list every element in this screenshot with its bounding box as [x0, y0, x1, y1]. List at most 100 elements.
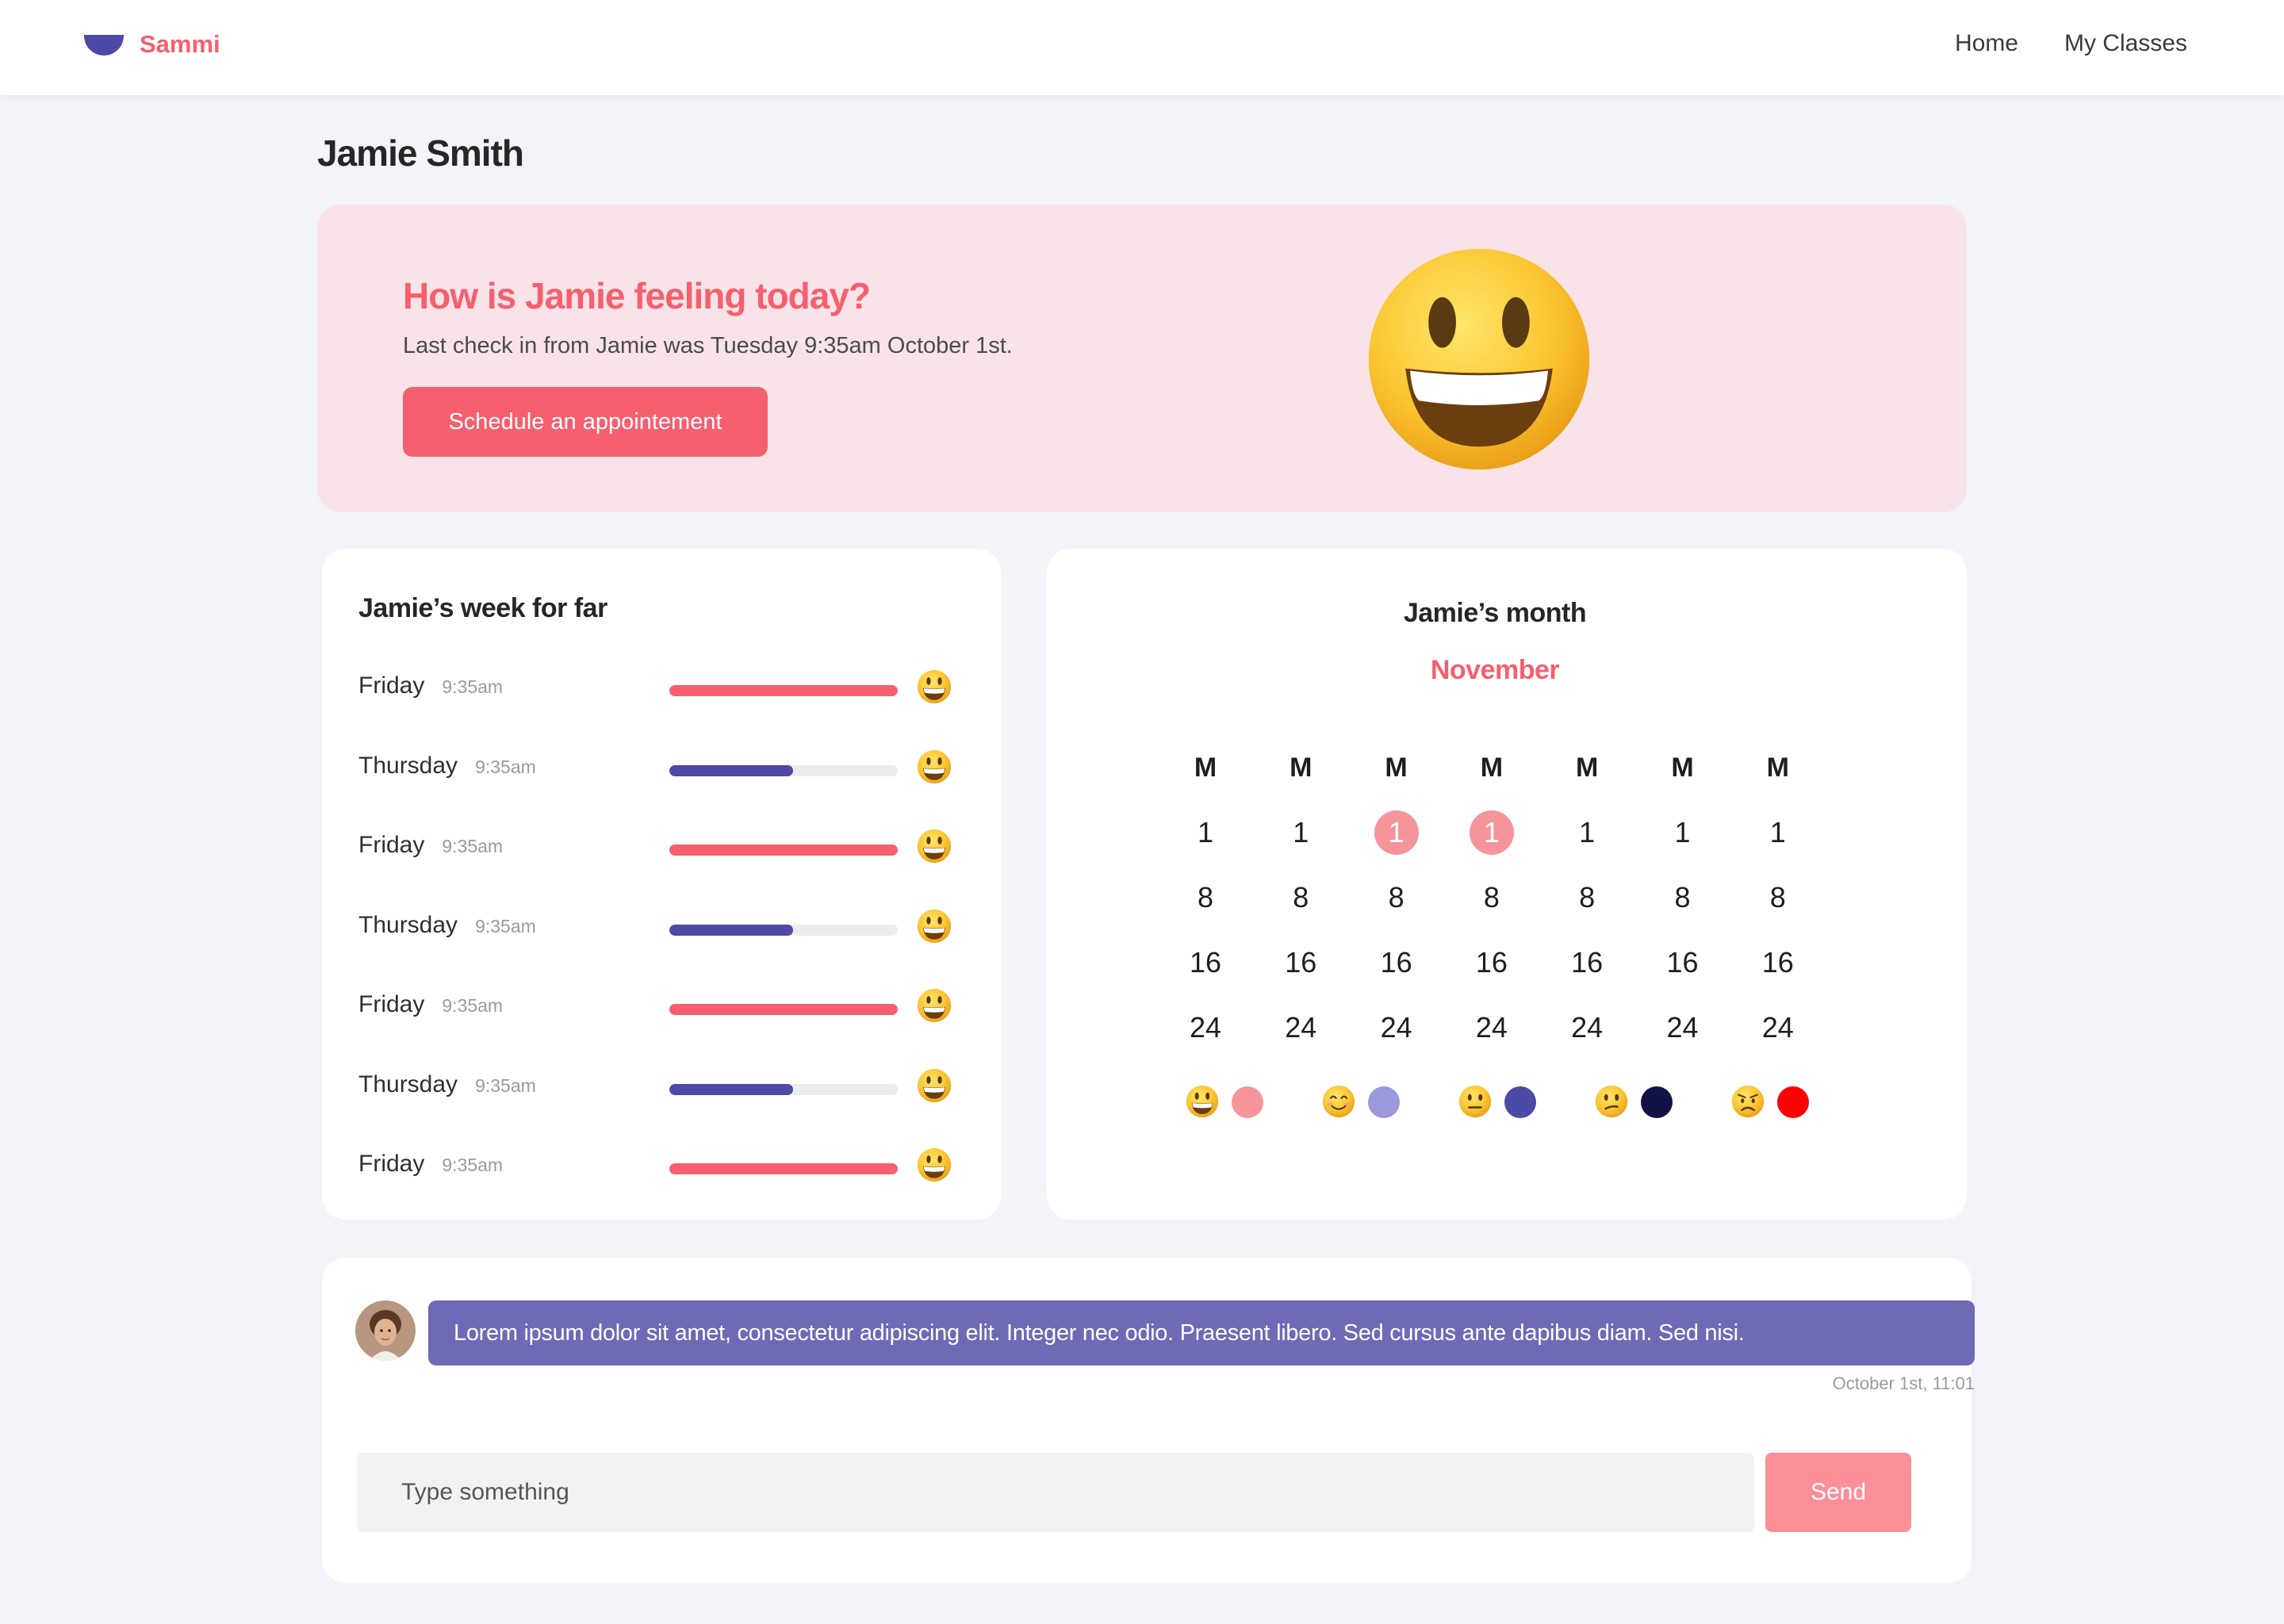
mood-color-dot: [1777, 1086, 1809, 1118]
schedule-appointment-button[interactable]: Schedule an appointement: [403, 387, 768, 457]
mood-color-dot: [1232, 1086, 1263, 1118]
grinning-face-emoji-icon: [917, 988, 952, 1023]
checkin-title: How is Jamie feeling today?: [403, 275, 871, 316]
calendar-day[interactable]: 1: [1563, 809, 1611, 856]
page-title: Jamie Smith: [317, 132, 524, 174]
week-day-label: Thursday 9:35am: [358, 1071, 536, 1098]
day-name: Friday: [358, 832, 425, 858]
mood-color-dot: [1504, 1086, 1536, 1118]
calendar-day[interactable]: 16: [1182, 939, 1229, 986]
week-day-label: Friday 9:35am: [358, 832, 503, 859]
week-row: Friday 9:35am: [358, 985, 958, 1032]
check-in-time: 9:35am: [442, 995, 504, 1016]
month-title: Jamie’s month: [1403, 598, 1587, 628]
smiling-face-emoji-icon: [1322, 1085, 1355, 1118]
grinning-face-emoji-icon: [917, 1147, 952, 1182]
mood-bar: [669, 685, 898, 696]
logo-bowl-icon: [84, 35, 124, 56]
nav-link-my-classes[interactable]: My Classes: [2064, 30, 2187, 57]
calendar-day[interactable]: 1: [1277, 809, 1324, 856]
calendar-day[interactable]: 16: [1563, 939, 1611, 986]
grinning-face-emoji-icon: [917, 669, 952, 704]
brand-name: Sammi: [140, 30, 220, 58]
chat-message: Lorem ipsum dolor sit amet, consectetur …: [428, 1300, 1975, 1365]
message-timestamp: October 1st, 11:01: [1832, 1373, 1975, 1393]
calendar-day[interactable]: 16: [1468, 939, 1516, 986]
mood-bar: [669, 764, 898, 776]
calendar-day[interactable]: 16: [1277, 939, 1324, 986]
mood-bar-fill: [669, 1004, 898, 1015]
send-button[interactable]: Send: [1765, 1453, 1911, 1532]
avatar: [355, 1300, 416, 1361]
day-name: Thursday: [358, 1071, 458, 1097]
calendar-day[interactable]: 24: [1563, 1004, 1611, 1051]
month-name: November: [1430, 655, 1560, 685]
week-day-label: Friday 9:35am: [358, 1151, 503, 1178]
day-name: Friday: [358, 1151, 425, 1177]
check-in-time: 9:35am: [442, 1155, 504, 1175]
grinning-face-emoji-icon: [1186, 1085, 1219, 1118]
calendar-day[interactable]: 8: [1468, 874, 1516, 921]
calendar-day[interactable]: 1: [1754, 809, 1802, 856]
mood-bar: [669, 1083, 898, 1095]
calendar-day[interactable]: 24: [1182, 1004, 1229, 1051]
day-name: Thursday: [358, 911, 458, 938]
week-day-label: Thursday 9:35am: [358, 912, 536, 939]
calendar-day[interactable]: 24: [1468, 1004, 1516, 1051]
day-name: Friday: [358, 672, 425, 699]
calendar-day[interactable]: 8: [1659, 874, 1707, 921]
weekday-header: M: [1385, 752, 1408, 783]
month-card: Jamie’s month November MMMMMMM1111111888…: [1047, 549, 1967, 1220]
calendar-day[interactable]: 24: [1659, 1004, 1707, 1051]
chat-card: Lorem ipsum dolor sit amet, consectetur …: [322, 1258, 1975, 1583]
check-in-time: 9:35am: [442, 836, 504, 856]
brand-logo[interactable]: Sammi: [84, 30, 220, 59]
mood-bar: [669, 1163, 898, 1174]
week-row: Friday 9:35am: [358, 825, 958, 873]
calendar-day[interactable]: 8: [1373, 874, 1420, 921]
mood-bar-fill: [669, 924, 793, 936]
check-in-time: 9:35am: [475, 1074, 536, 1096]
week-day-label: Thursday 9:35am: [358, 753, 536, 779]
grinning-face-emoji-icon: [917, 829, 952, 864]
calendar-day[interactable]: 24: [1277, 1004, 1324, 1051]
weekday-header: M: [1194, 752, 1217, 783]
calendar-day[interactable]: 8: [1182, 874, 1229, 921]
calendar-day[interactable]: 8: [1754, 874, 1802, 921]
weekday-header: M: [1480, 752, 1504, 783]
mood-bar-fill: [669, 764, 793, 776]
mood-bar-fill: [669, 845, 898, 856]
message-input[interactable]: [357, 1453, 1754, 1532]
calendar-day[interactable]: 16: [1754, 939, 1802, 986]
week-row: Friday 9:35am: [358, 1144, 958, 1192]
mood-bar-fill: [669, 685, 898, 696]
check-in-time: 9:35am: [475, 915, 536, 936]
calendar-day[interactable]: 1: [1659, 809, 1707, 856]
check-in-time: 9:35am: [475, 756, 536, 777]
nav-link-home[interactable]: Home: [1955, 30, 2018, 57]
calendar-day[interactable]: 16: [1373, 939, 1420, 986]
week-card: Jamie’s week for far Friday 9:35am Thursda…: [322, 549, 1001, 1220]
week-title: Jamie’s week for far: [358, 593, 607, 623]
calendar-day[interactable]: 24: [1754, 1004, 1802, 1051]
mood-bar-fill: [669, 1083, 793, 1095]
mood-bar: [669, 924, 898, 936]
week-row: Thursday 9:35am: [358, 746, 958, 794]
grinning-face-emoji-icon: [917, 909, 952, 944]
mood-bar-fill: [669, 1163, 898, 1174]
mood-color-dot: [1368, 1086, 1400, 1118]
mood-bar: [669, 1004, 898, 1015]
weekday-header: M: [1576, 752, 1599, 783]
calendar-day[interactable]: 1: [1182, 809, 1229, 856]
grinning-face-emoji-icon: [1364, 244, 1594, 474]
calendar-day[interactable]: 8: [1563, 874, 1611, 921]
calendar-day[interactable]: 8: [1277, 874, 1324, 921]
calendar-day[interactable]: 1: [1469, 810, 1514, 855]
calendar-day[interactable]: 24: [1373, 1004, 1420, 1051]
checkin-banner: How is Jamie feeling today? Last check i…: [317, 205, 1967, 512]
calendar-day[interactable]: 16: [1659, 939, 1707, 986]
week-row: Thursday 9:35am: [358, 1065, 958, 1113]
checkin-subtitle: Last check in from Jamie was Tuesday 9:3…: [403, 333, 1013, 358]
calendar-day[interactable]: 1: [1374, 810, 1419, 855]
mood-bar: [669, 845, 898, 856]
